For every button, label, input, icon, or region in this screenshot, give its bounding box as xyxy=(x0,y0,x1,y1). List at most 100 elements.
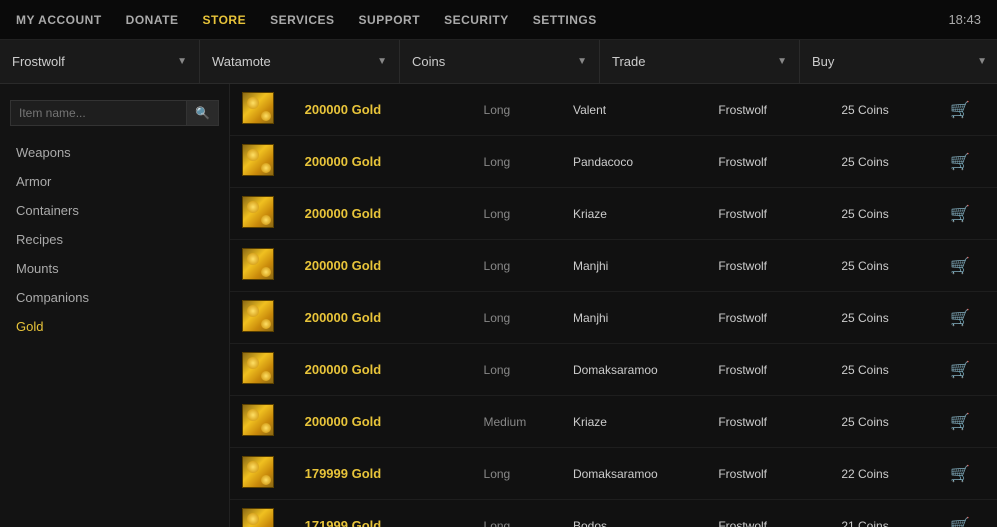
buy-filter[interactable]: Buy ▼ xyxy=(800,40,997,83)
item-seller: Pandacoco xyxy=(573,155,633,169)
item-realm: Frostwolf xyxy=(718,519,767,527)
item-price: 25 Coins xyxy=(841,103,888,117)
sidebar-item-armor[interactable]: Armor xyxy=(0,167,229,196)
item-name: 200000 Gold xyxy=(305,258,382,273)
buy-button[interactable]: 🛒 xyxy=(942,304,978,332)
clock: 18:43 xyxy=(948,12,981,27)
item-name-cell: 200000 Gold xyxy=(293,344,472,396)
name-filter[interactable]: Watamote ▼ xyxy=(200,40,400,83)
item-duration-cell: Long xyxy=(472,448,561,500)
item-icon-cell xyxy=(230,136,293,188)
item-icon xyxy=(242,92,274,124)
coins-filter[interactable]: Coins ▼ xyxy=(400,40,600,83)
content-area[interactable]: 200000 Gold Long Valent Frostwolf 25 Coi… xyxy=(230,84,997,527)
item-duration-cell: Long xyxy=(472,344,561,396)
item-duration: Long xyxy=(484,155,511,169)
sidebar-item-containers[interactable]: Containers xyxy=(0,196,229,225)
nav-support[interactable]: SUPPORT xyxy=(359,13,421,27)
item-name-cell: 200000 Gold xyxy=(293,396,472,448)
item-duration: Long xyxy=(484,363,511,377)
nav-services[interactable]: SERVICES xyxy=(270,13,334,27)
buy-button[interactable]: 🛒 xyxy=(942,460,978,488)
realm-filter-chevron: ▼ xyxy=(177,56,187,67)
item-duration: Long xyxy=(484,259,511,273)
item-price: 25 Coins xyxy=(841,415,888,429)
nav-settings[interactable]: SETTINGS xyxy=(533,13,597,27)
top-navigation: MY ACCOUNT DONATE STORE SERVICES SUPPORT… xyxy=(0,0,997,40)
table-row: 171999 Gold Long Bodos Frostwolf 21 Coin… xyxy=(230,500,997,527)
search-button[interactable]: 🔍 xyxy=(187,100,219,126)
item-icon xyxy=(242,144,274,176)
item-name: 200000 Gold xyxy=(305,206,382,221)
item-price-cell: 22 Coins xyxy=(829,448,930,500)
item-name-cell: 200000 Gold xyxy=(293,136,472,188)
buy-cell: 🛒 xyxy=(930,448,997,500)
nav-security[interactable]: SECURITY xyxy=(444,13,509,27)
buy-button[interactable]: 🛒 xyxy=(942,408,978,436)
item-price: 25 Coins xyxy=(841,311,888,325)
item-realm: Frostwolf xyxy=(718,207,767,221)
nav-donate[interactable]: DONATE xyxy=(126,13,179,27)
buy-button[interactable]: 🛒 xyxy=(942,200,978,228)
item-duration-cell: Long xyxy=(472,292,561,344)
items-table: 200000 Gold Long Valent Frostwolf 25 Coi… xyxy=(230,84,997,527)
item-price: 25 Coins xyxy=(841,363,888,377)
item-seller: Manjhi xyxy=(573,311,608,325)
buy-button[interactable]: 🛒 xyxy=(942,252,978,280)
item-realm: Frostwolf xyxy=(718,363,767,377)
item-realm-cell: Frostwolf xyxy=(706,500,829,527)
sidebar-item-recipes[interactable]: Recipes xyxy=(0,225,229,254)
item-seller-cell: Manjhi xyxy=(561,292,706,344)
buy-cell: 🛒 xyxy=(930,292,997,344)
buy-filter-chevron: ▼ xyxy=(977,56,987,67)
item-duration: Long xyxy=(484,311,511,325)
item-seller: Kriaze xyxy=(573,415,607,429)
item-name: 171999 Gold xyxy=(305,518,382,527)
item-name-cell: 179999 Gold xyxy=(293,448,472,500)
item-seller: Manjhi xyxy=(573,259,608,273)
item-seller: Domaksaramoo xyxy=(573,467,658,481)
item-name: 200000 Gold xyxy=(305,414,382,429)
item-icon xyxy=(242,300,274,332)
search-area: 🔍 xyxy=(10,100,219,126)
item-seller-cell: Manjhi xyxy=(561,240,706,292)
trade-filter[interactable]: Trade ▼ xyxy=(600,40,800,83)
buy-button[interactable]: 🛒 xyxy=(942,512,978,527)
item-duration-cell: Medium xyxy=(472,396,561,448)
item-price-cell: 25 Coins xyxy=(829,84,930,136)
nav-my-account[interactable]: MY ACCOUNT xyxy=(16,13,102,27)
sidebar-item-weapons[interactable]: Weapons xyxy=(0,138,229,167)
buy-button[interactable]: 🛒 xyxy=(942,96,978,124)
trade-filter-chevron: ▼ xyxy=(777,56,787,67)
nav-store[interactable]: STORE xyxy=(202,13,246,27)
item-price: 22 Coins xyxy=(841,467,888,481)
item-name: 200000 Gold xyxy=(305,102,382,117)
item-price-cell: 25 Coins xyxy=(829,396,930,448)
item-icon-cell xyxy=(230,500,293,527)
buy-button[interactable]: 🛒 xyxy=(942,148,978,176)
item-realm: Frostwolf xyxy=(718,415,767,429)
item-duration: Long xyxy=(484,467,511,481)
nav-links: MY ACCOUNT DONATE STORE SERVICES SUPPORT… xyxy=(16,13,597,27)
table-row: 200000 Gold Medium Kriaze Frostwolf 25 C… xyxy=(230,396,997,448)
realm-filter[interactable]: Frostwolf ▼ xyxy=(0,40,200,83)
trade-filter-label: Trade xyxy=(612,54,645,69)
sidebar-item-gold[interactable]: Gold xyxy=(0,312,229,341)
item-realm: Frostwolf xyxy=(718,467,767,481)
item-icon-cell xyxy=(230,344,293,396)
item-name: 200000 Gold xyxy=(305,154,382,169)
sidebar-item-mounts[interactable]: Mounts xyxy=(0,254,229,283)
table-row: 200000 Gold Long Manjhi Frostwolf 25 Coi… xyxy=(230,240,997,292)
item-duration-cell: Long xyxy=(472,136,561,188)
item-seller-cell: Valent xyxy=(561,84,706,136)
item-seller-cell: Pandacoco xyxy=(561,136,706,188)
item-name-cell: 200000 Gold xyxy=(293,292,472,344)
item-realm-cell: Frostwolf xyxy=(706,292,829,344)
item-realm-cell: Frostwolf xyxy=(706,240,829,292)
search-input[interactable] xyxy=(10,100,187,126)
buy-filter-label: Buy xyxy=(812,54,834,69)
buy-button[interactable]: 🛒 xyxy=(942,356,978,384)
item-icon-cell xyxy=(230,396,293,448)
sidebar-item-companions[interactable]: Companions xyxy=(0,283,229,312)
buy-cell: 🛒 xyxy=(930,396,997,448)
